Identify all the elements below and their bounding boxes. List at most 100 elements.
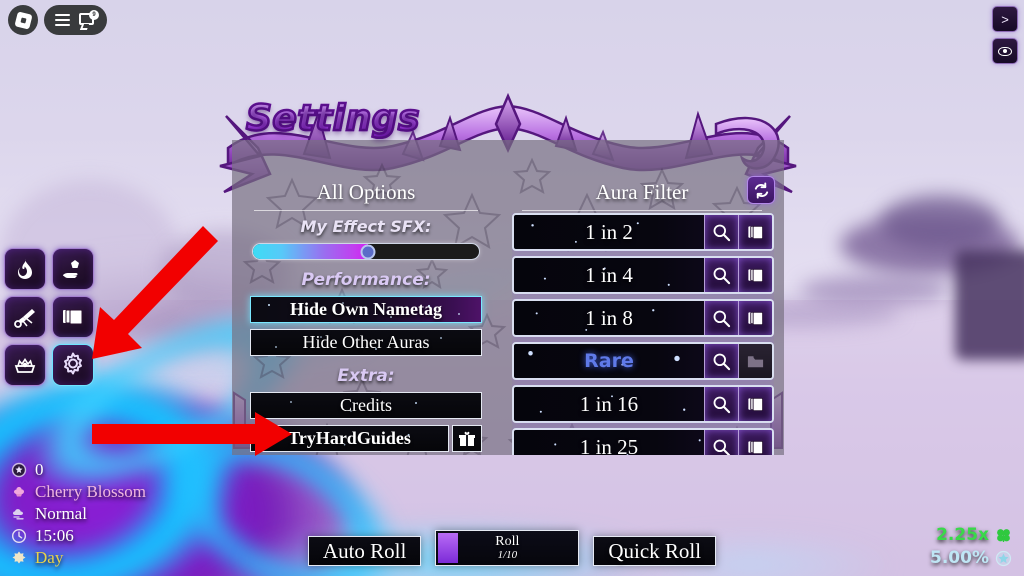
aura-filter-label: 1 in 8: [585, 305, 633, 330]
magnifier-icon: [713, 439, 731, 455]
aura-search-button[interactable]: [704, 215, 738, 249]
eye-toggle-button[interactable]: [992, 38, 1018, 64]
aura-filter-label: Rare: [584, 350, 634, 372]
magnifier-icon: [713, 224, 731, 241]
magnifier-icon: [713, 267, 731, 284]
aura-copy-button[interactable]: [738, 258, 772, 292]
sfx-slider-fill: [253, 244, 369, 259]
chat-badge: 9: [89, 9, 99, 20]
aura-copy-button[interactable]: [738, 215, 772, 249]
gift-code-button[interactable]: [452, 425, 482, 452]
sfx-label: My Effect SFX:: [300, 217, 432, 236]
magnifier-icon: [713, 353, 731, 370]
aura-folder-button[interactable]: [738, 344, 772, 378]
aura-filter-list[interactable]: 1 in 2 1 in 4 1 in 8 Rare 1 in 16 1 in 25: [512, 213, 774, 455]
magnifier-icon: [713, 310, 731, 327]
aura-search-button[interactable]: [704, 344, 738, 378]
roll-button[interactable]: Roll 1/10: [435, 530, 580, 566]
all-options-header: All Options: [316, 180, 416, 204]
aura-filter-row[interactable]: 1 in 16: [512, 385, 774, 423]
roblox-topbar-left: 9: [8, 5, 107, 35]
weather-icon: [10, 505, 27, 522]
tryhardguides-button[interactable]: TryHardGuides: [250, 425, 449, 452]
cards-icon: [63, 309, 83, 325]
crown-chest-icon: [14, 358, 36, 373]
sfx-slider[interactable]: [252, 243, 480, 260]
aura-copy-button[interactable]: [738, 430, 772, 455]
credits-button[interactable]: Credits: [250, 392, 482, 419]
copy-icon: [748, 440, 764, 454]
aura-copy-button[interactable]: [738, 387, 772, 421]
aura-filter-label: 1 in 16: [579, 391, 639, 416]
hide-own-nametag-label: Hide Own Nametag: [290, 299, 442, 319]
eye-icon: [998, 46, 1012, 56]
aura-filter-header: Aura Filter: [595, 180, 689, 204]
aura-search-button[interactable]: [704, 387, 738, 421]
divider: [254, 210, 478, 211]
hud-biome-value: Cherry Blossom: [35, 481, 146, 501]
hide-own-nametag-button[interactable]: Hide Own Nametag: [250, 296, 482, 323]
sidebar-item-settings[interactable]: [52, 344, 94, 386]
aura-filter-row[interactable]: 1 in 8: [512, 299, 774, 337]
sfx-slider-knob[interactable]: [360, 244, 376, 259]
sidebar-item-collection[interactable]: [52, 296, 94, 338]
aura-filter-row[interactable]: Rare: [512, 342, 774, 380]
refresh-icon: [754, 181, 768, 199]
auto-roll-button[interactable]: Auto Roll: [307, 536, 422, 566]
panel-title: Settings: [245, 97, 421, 141]
tree-blob: [880, 195, 1000, 250]
topbar-right-controls: >: [992, 6, 1018, 64]
roblox-menu-pill[interactable]: 9: [44, 5, 107, 35]
orb-icon: [10, 461, 27, 478]
copy-icon: [748, 311, 764, 325]
expand-button[interactable]: >: [992, 6, 1018, 32]
aura-filter-label: 1 in 4: [585, 262, 633, 287]
copy-icon: [748, 397, 764, 411]
chat-icon[interactable]: 9: [79, 9, 99, 28]
hud-row-currency: 0: [10, 459, 146, 480]
aura-filter-row[interactable]: 1 in 4: [512, 256, 774, 294]
gift-icon: [459, 431, 475, 446]
hud-currency-value: 0: [35, 459, 44, 479]
aura-filter-refresh-button[interactable]: [747, 176, 775, 204]
quick-roll-button[interactable]: Quick Roll: [593, 536, 717, 566]
bottom-action-bar: Auto Roll Roll 1/10 Quick Roll: [0, 530, 1024, 566]
sidebar-item-index[interactable]: [4, 344, 46, 386]
hud-weather-value: Normal: [35, 503, 87, 523]
sidebar-item-auras[interactable]: [4, 248, 46, 290]
sidebar-item-craft[interactable]: [4, 296, 46, 338]
settings-panel: All Options My Effect SFX: Performance: …: [232, 140, 784, 455]
sidebar-item-equip[interactable]: [52, 248, 94, 290]
aura-search-button[interactable]: [704, 258, 738, 292]
aura-search-button[interactable]: [704, 301, 738, 335]
aura-filter-column: Aura Filter 1 in 2 1 in 4 1 in 8 Rare 1 in 1…: [500, 140, 784, 455]
scenery-blob: [800, 275, 950, 305]
telescope-icon: [14, 309, 35, 328]
performance-label: Performance:: [301, 270, 431, 290]
roll-progress: [438, 533, 459, 563]
folder-icon: [747, 355, 764, 367]
copy-icon: [748, 268, 764, 282]
aura-filter-label: 1 in 25: [579, 434, 639, 456]
aura-filter-row[interactable]: 1 in 25: [512, 428, 774, 455]
aura-copy-button[interactable]: [738, 301, 772, 335]
roll-count: 1/10: [497, 549, 518, 561]
hand-gem-icon: [63, 260, 79, 278]
aura-filter-label: 1 in 2: [585, 219, 633, 244]
roblox-home-button[interactable]: [8, 5, 38, 35]
hide-other-auras-button[interactable]: Hide Other Auras: [250, 329, 482, 356]
tryhardguides-label: TryHardGuides: [288, 428, 411, 448]
extra-label: Extra:: [337, 366, 395, 386]
gear-icon: [64, 352, 82, 375]
divider: [522, 210, 762, 211]
aura-search-button[interactable]: [704, 430, 738, 455]
roblox-logo: [13, 10, 33, 30]
hud-row-weather: Normal: [10, 503, 146, 524]
credits-label: Credits: [340, 395, 392, 415]
hide-other-auras-label: Hide Other Auras: [302, 332, 430, 352]
aura-filter-row[interactable]: 1 in 2: [512, 213, 774, 251]
flame-icon: [18, 259, 32, 279]
copy-icon: [748, 225, 764, 239]
hud-row-biome: Cherry Blossom: [10, 481, 146, 502]
hamburger-menu-icon[interactable]: [55, 14, 70, 26]
